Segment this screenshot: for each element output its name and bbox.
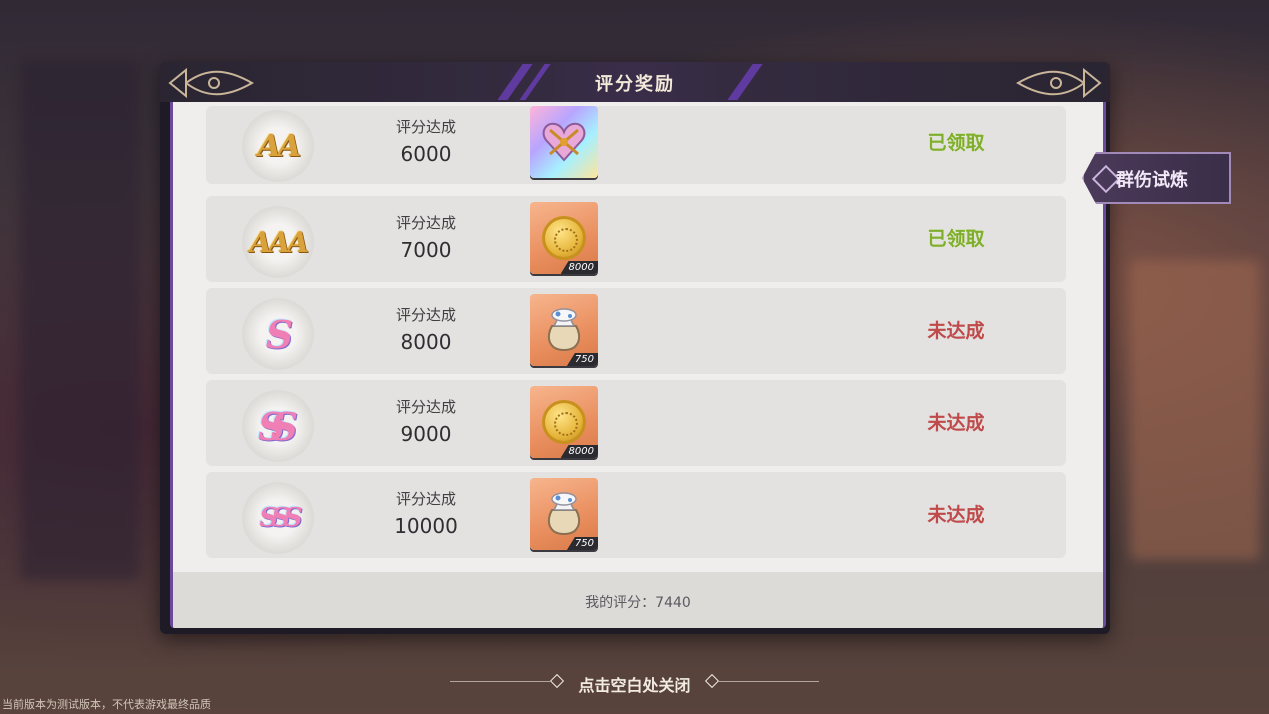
heart-box-icon bbox=[542, 122, 586, 162]
my-score-value: 7440 bbox=[655, 595, 691, 611]
reward-row: S 评分达成 8000 750 未达成 bbox=[206, 288, 1066, 374]
my-score: 我的评分：7440 bbox=[173, 592, 1103, 612]
gold-coin-icon bbox=[542, 400, 586, 444]
dialog-header: 评分奖励 bbox=[160, 62, 1110, 102]
status-unmet: 未达成 bbox=[927, 504, 985, 526]
background-blur-right bbox=[1130, 260, 1260, 560]
status-claimed: 已领取 bbox=[927, 228, 985, 250]
reward-row: AAA 评分达成 7000 8000 已领取 bbox=[206, 196, 1066, 282]
requirement-label: 评分达成 bbox=[395, 490, 456, 508]
requirement-label: 评分达成 bbox=[395, 214, 456, 232]
status-claimed: 已领取 bbox=[927, 132, 985, 154]
requirement-value: 6000 bbox=[400, 142, 452, 166]
reward-row: AA 评分达成 6000 已领取 bbox=[206, 106, 1066, 184]
reward-row: SSS 评分达成 10000 750 未达成 bbox=[206, 472, 1066, 558]
reward-item-material-bag[interactable]: 750 bbox=[530, 478, 598, 550]
reward-item-heart-box[interactable] bbox=[530, 106, 598, 178]
requirement-value: 10000 bbox=[394, 514, 458, 538]
reward-count: 750 bbox=[566, 353, 598, 366]
requirement-value: 7000 bbox=[400, 238, 452, 262]
dialog-title: 评分奖励 bbox=[595, 74, 675, 95]
requirement-label: 评分达成 bbox=[395, 118, 456, 136]
dialog-body: AA 评分达成 6000 已领取 AAA 评分达成 7000 8000 已领取 … bbox=[170, 102, 1106, 628]
rank-label: AAA bbox=[249, 225, 309, 259]
rank-label: SSS bbox=[259, 503, 302, 533]
requirement-value: 8000 bbox=[400, 330, 452, 354]
rank-label: AA bbox=[257, 128, 302, 164]
reward-list[interactable]: AA 评分达成 6000 已领取 AAA 评分达成 7000 8000 已领取 … bbox=[173, 102, 1103, 572]
divider-right bbox=[719, 681, 819, 682]
reward-count: 8000 bbox=[560, 261, 598, 274]
rank-badge-sss: SSS bbox=[242, 482, 314, 554]
reward-count: 750 bbox=[566, 537, 598, 550]
tab-aoe-trial[interactable]: 群伤试炼 bbox=[1082, 152, 1231, 204]
my-score-label: 我的评分： bbox=[585, 595, 656, 611]
material-bag-icon bbox=[547, 492, 581, 536]
rank-badge-s: S bbox=[242, 298, 314, 370]
rank-badge-ss: SS bbox=[242, 390, 314, 462]
close-hint[interactable]: 点击空白处关闭 bbox=[0, 672, 1269, 696]
side-tab-label: 群伤试炼 bbox=[1116, 170, 1188, 191]
reward-row: SS 评分达成 9000 8000 未达成 bbox=[206, 380, 1066, 466]
status-unmet: 未达成 bbox=[927, 412, 985, 434]
rank-label: S bbox=[265, 311, 294, 357]
reward-item-gold-coin[interactable]: 8000 bbox=[530, 386, 598, 458]
reward-item-gold-coin[interactable]: 8000 bbox=[530, 202, 598, 274]
reward-item-material-bag[interactable]: 750 bbox=[530, 294, 598, 366]
requirement-label: 评分达成 bbox=[395, 306, 456, 324]
gold-coin-icon bbox=[542, 216, 586, 260]
rank-label: SS bbox=[257, 403, 298, 449]
material-bag-icon bbox=[547, 308, 581, 352]
rank-badge-aa: AA bbox=[242, 110, 314, 182]
test-version-disclaimer: 当前版本为测试版本，不代表游戏最终品质 bbox=[2, 698, 211, 711]
reward-count: 8000 bbox=[560, 445, 598, 458]
background-blur-left bbox=[20, 60, 140, 580]
status-unmet: 未达成 bbox=[927, 320, 985, 342]
score-reward-dialog: 评分奖励 AA 评分达成 6000 已领取 AAA 评分达成 7000 8000… bbox=[160, 62, 1110, 634]
requirement-value: 9000 bbox=[400, 422, 452, 446]
rank-badge-aaa: AAA bbox=[242, 206, 314, 278]
my-score-bar: 我的评分：7440 bbox=[173, 572, 1103, 628]
requirement-label: 评分达成 bbox=[395, 398, 456, 416]
